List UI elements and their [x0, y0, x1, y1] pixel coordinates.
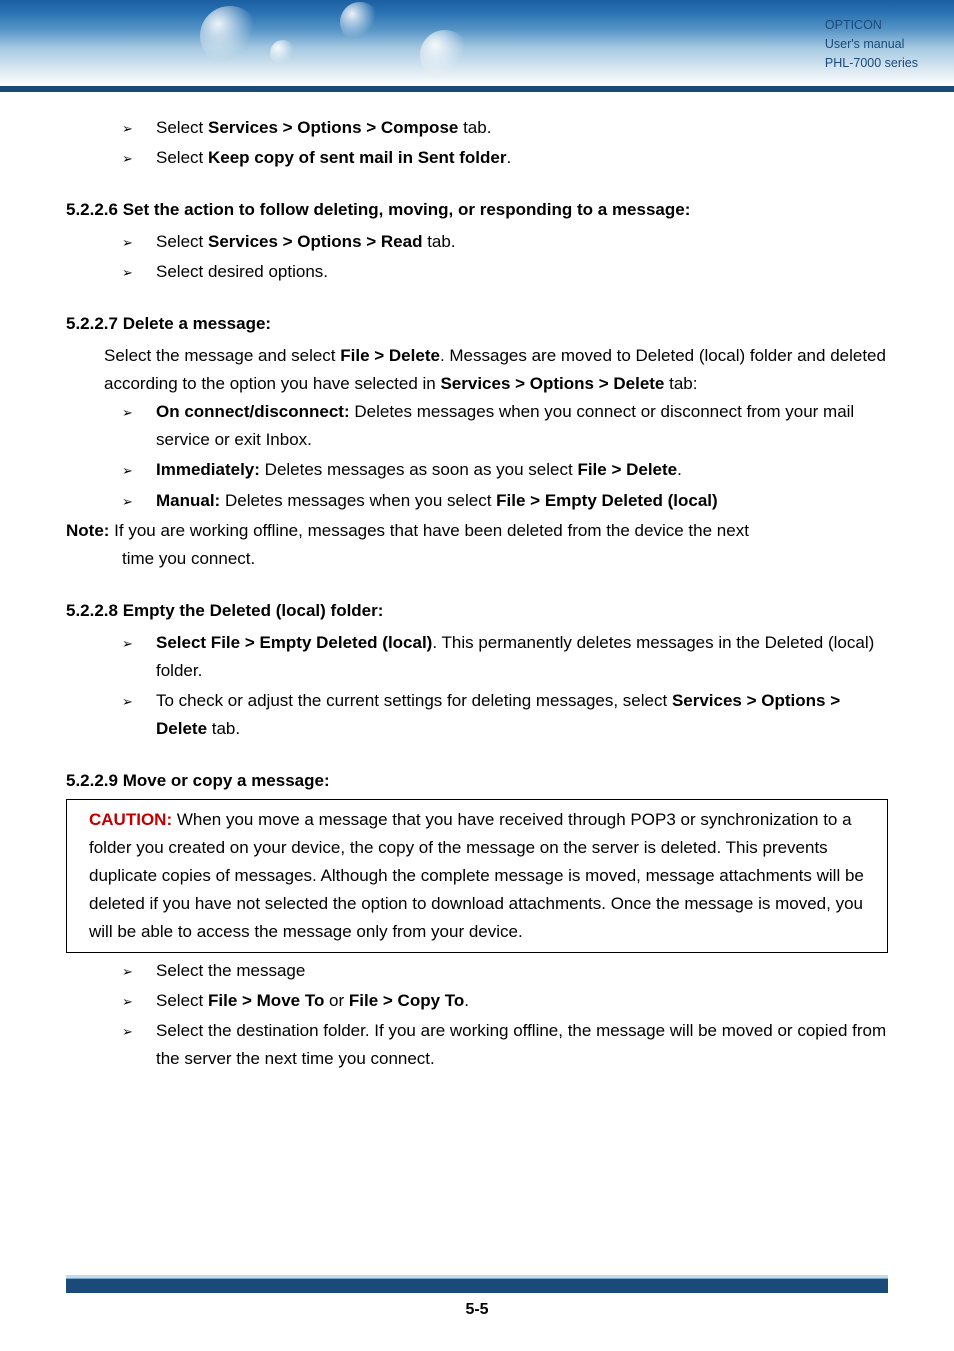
bullet-arrow-icon: ➢: [122, 228, 156, 256]
bullet-text: On connect/disconnect: Deletes messages …: [156, 398, 888, 454]
bullet-arrow-icon: ➢: [122, 487, 156, 515]
bullet-text: Manual: Deletes messages when you select…: [156, 487, 888, 515]
header-brand: OPTICON: [825, 16, 918, 35]
note-text: If you are working offline, messages tha…: [109, 521, 748, 540]
bullet-arrow-icon: ➢: [122, 258, 156, 286]
bullet-text: Select File > Move To or File > Copy To.: [156, 987, 888, 1015]
bullet-text: Select File > Empty Deleted (local). Thi…: [156, 629, 888, 685]
heading-5229: 5.2.2.9 Move or copy a message:: [66, 767, 888, 795]
bullets-5226: ➢ Select Services > Options > Read tab. …: [66, 228, 888, 286]
list-item: ➢ Select Services > Options > Read tab.: [122, 228, 888, 256]
list-item: ➢ Select File > Empty Deleted (local). T…: [122, 629, 888, 685]
bullet-arrow-icon: ➢: [122, 144, 156, 172]
header-line3: PHL-7000 series: [825, 54, 918, 73]
bullet-arrow-icon: ➢: [122, 456, 156, 484]
bullet-text: Select the message: [156, 957, 888, 985]
intro-bullets: ➢ Select Services > Options > Compose ta…: [66, 114, 888, 172]
bullet-text: Select Services > Options > Compose tab.: [156, 114, 888, 142]
list-item: ➢ Select the destination folder. If you …: [122, 1017, 888, 1073]
list-item: ➢ Select File > Move To or File > Copy T…: [122, 987, 888, 1015]
list-item: ➢ Select desired options.: [122, 258, 888, 286]
caution-box: CAUTION: When you move a message that yo…: [66, 799, 888, 953]
bullet-text: Select the destination folder. If you ar…: [156, 1017, 888, 1073]
bullet-arrow-icon: ➢: [122, 114, 156, 142]
note-text-line2: time you connect.: [66, 545, 888, 573]
list-item: ➢ Manual: Deletes messages when you sele…: [122, 487, 888, 515]
list-item: ➢ Select Services > Options > Compose ta…: [122, 114, 888, 142]
heading-5227: 5.2.2.7 Delete a message:: [66, 310, 888, 338]
bullet-arrow-icon: ➢: [122, 957, 156, 985]
header-text-block: OPTICON User's manual PHL-7000 series: [825, 16, 918, 72]
header-banner: OPTICON User's manual PHL-7000 series: [0, 0, 954, 86]
list-item: ➢ Select the message: [122, 957, 888, 985]
note-5227: Note: If you are working offline, messag…: [66, 517, 888, 573]
footer-band: [66, 1278, 888, 1293]
bullet-arrow-icon: ➢: [122, 1017, 156, 1073]
header-line2: User's manual: [825, 35, 918, 54]
bullets-5228: ➢ Select File > Empty Deleted (local). T…: [66, 629, 888, 743]
list-item: ➢ To check or adjust the current setting…: [122, 687, 888, 743]
bullet-text: Immediately: Deletes messages as soon as…: [156, 456, 888, 484]
bullet-text: Select Services > Options > Read tab.: [156, 228, 888, 256]
list-item: ➢ On connect/disconnect: Deletes message…: [122, 398, 888, 454]
bullet-arrow-icon: ➢: [122, 687, 156, 743]
bullet-arrow-icon: ➢: [122, 398, 156, 454]
bullet-text: To check or adjust the current settings …: [156, 687, 888, 743]
bullet-text: Select Keep copy of sent mail in Sent fo…: [156, 144, 888, 172]
bullet-arrow-icon: ➢: [122, 629, 156, 685]
heading-5228: 5.2.2.8 Empty the Deleted (local) folder…: [66, 597, 888, 625]
page-number: 5-5: [0, 1297, 954, 1323]
bullet-text: Select desired options.: [156, 258, 888, 286]
para-5227: Select the message and select File > Del…: [66, 342, 888, 398]
note-label: Note:: [66, 521, 109, 540]
caution-text: When you move a message that you have re…: [89, 810, 864, 941]
caution-label: CAUTION:: [89, 810, 172, 829]
list-item: ➢ Immediately: Deletes messages as soon …: [122, 456, 888, 484]
bullets-5227: ➢ On connect/disconnect: Deletes message…: [66, 398, 888, 514]
list-item: ➢ Select Keep copy of sent mail in Sent …: [122, 144, 888, 172]
bullet-arrow-icon: ➢: [122, 987, 156, 1015]
heading-5226: 5.2.2.6 Set the action to follow deletin…: [66, 196, 888, 224]
bullets-5229: ➢ Select the message ➢ Select File > Mov…: [66, 957, 888, 1073]
